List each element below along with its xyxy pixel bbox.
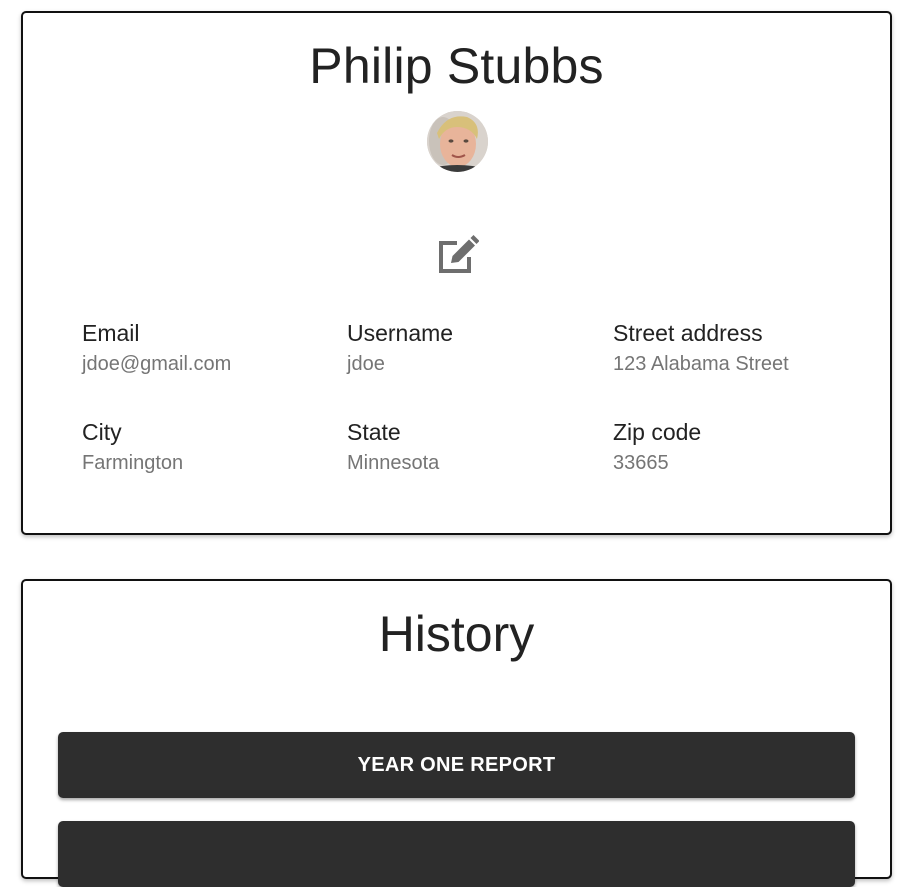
year-one-report-button[interactable]: YEAR ONE REPORT [58,732,855,798]
username-value: jdoe [347,353,385,375]
username-label: Username [347,320,454,346]
zip-code-field: Zip code 33665 [613,417,863,477]
zip-code-label: Zip code [613,419,702,445]
zip-code-value: 33665 [613,452,669,474]
profile-name: Philip Stubbs [309,38,604,94]
state-value: Minnesota [347,452,440,474]
city-value: Farmington [82,452,184,474]
street-address-value: 123 Alabama Street [613,353,789,375]
city-field: City Farmington [82,417,332,477]
history-card: History YEAR ONE REPORT [21,579,892,887]
street-address-field: Street address 123 Alabama Street [613,318,863,378]
profile-card: Philip Stubbs Email jdoe@gmail.com Usern… [21,11,892,535]
report-button[interactable] [58,821,855,887]
username-field: Username jdoe [347,318,597,378]
email-value: jdoe@gmail.com [82,353,232,375]
email-field: Email jdoe@gmail.com [82,318,332,378]
edit-icon [439,235,479,273]
state-field: State Minnesota [347,417,597,477]
avatar [427,111,488,172]
email-label: Email [82,320,140,346]
edit-profile-button[interactable] [433,231,481,279]
street-address-label: Street address [613,320,763,346]
state-label: State [347,419,401,445]
avatar-image [427,111,488,172]
history-title: History [378,606,535,662]
city-label: City [82,419,122,445]
